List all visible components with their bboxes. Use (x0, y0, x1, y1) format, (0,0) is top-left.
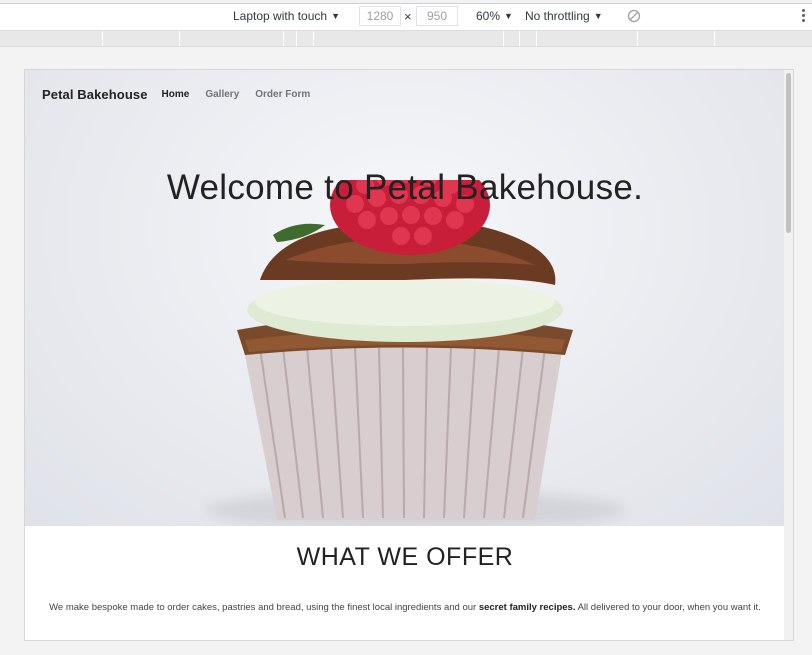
scrollbar-thumb[interactable] (786, 73, 791, 233)
offer-text-bold: secret family recipes. (478, 602, 576, 613)
device-toolbar: Laptop with touch▼ × 60%▼ No throttling▼ (0, 0, 812, 31)
zoom-select-label: 60% (476, 9, 501, 23)
emulated-viewport: Petal Bakehouse Home Gallery Order Form … (24, 69, 794, 641)
ruler-tick (519, 31, 520, 46)
ruler-tick (179, 31, 180, 46)
viewport-width-input[interactable] (359, 6, 401, 26)
ruler-tick (536, 31, 537, 46)
more-options-icon[interactable] (800, 8, 806, 24)
throttling-select[interactable]: No throttling ▼ (525, 9, 603, 23)
hero-title: Welcome to Petal Bakehouse. (166, 168, 644, 207)
ruler-tick (313, 31, 314, 46)
offer-section: WHAT WE OFFER We make bespoke made to or… (25, 526, 785, 640)
nav-link-order-form[interactable]: Order Form (255, 89, 310, 100)
offer-title: WHAT WE OFFER (296, 543, 514, 571)
cupcake-image (237, 180, 573, 520)
offer-description: We make bespoke made to order cakes, pas… (47, 600, 763, 615)
viewport-scrollbar[interactable] (784, 70, 793, 640)
nav-link-home[interactable]: Home (162, 89, 190, 100)
caret-down-icon: ▼ (593, 11, 603, 21)
rotate-icon[interactable] (627, 9, 641, 23)
site-nav: Petal Bakehouse Home Gallery Order Form (42, 84, 310, 104)
toolbar-top-border (0, 0, 812, 4)
ruler-tick (102, 31, 103, 46)
hero-section: Petal Bakehouse Home Gallery Order Form … (25, 70, 785, 526)
ruler-tick (503, 31, 504, 46)
ruler-tick (283, 31, 284, 46)
throttling-select-label: No throttling (525, 9, 590, 23)
offer-text-after: All delivered to your door, when you wan… (575, 602, 761, 613)
caret-down-icon: ▼ (504, 11, 513, 21)
ruler-tick (714, 31, 715, 46)
offer-text-before: We make bespoke made to order cakes, pas… (49, 602, 479, 613)
brand-logo[interactable]: Petal Bakehouse (42, 87, 148, 102)
ruler-tick (637, 31, 638, 46)
device-select[interactable]: Laptop with touch ▼ (233, 9, 340, 23)
nav-link-gallery[interactable]: Gallery (205, 89, 239, 100)
dimension-separator-icon: × (404, 9, 412, 24)
ruler-tick (296, 31, 297, 46)
media-query-ruler[interactable] (0, 31, 812, 47)
zoom-select[interactable]: 60% ▼ (476, 9, 513, 23)
device-select-label: Laptop with touch (233, 9, 328, 23)
viewport-height-input[interactable] (416, 6, 458, 26)
caret-down-icon: ▼ (331, 11, 340, 21)
